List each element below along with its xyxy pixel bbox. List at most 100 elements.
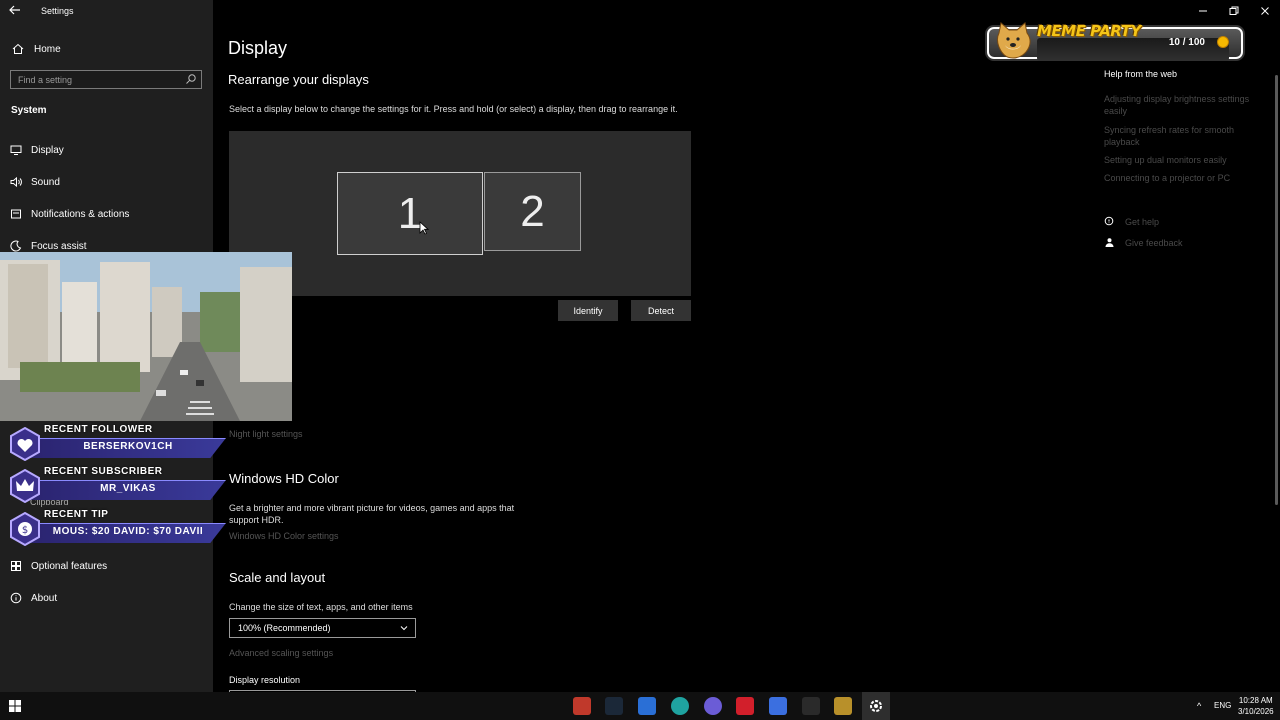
chat-help-icon (1104, 216, 1114, 226)
get-help-link[interactable]: Get help (1104, 216, 1159, 227)
advanced-scaling-link[interactable]: Advanced scaling settings (229, 648, 333, 658)
rearrange-description: Select a display below to change the set… (229, 104, 678, 114)
section-label-system: System (11, 105, 47, 116)
minimize-button[interactable] (1187, 0, 1218, 22)
page-title: Display (228, 38, 288, 58)
sidebar-item-label: Focus assist (31, 240, 87, 252)
discord-icon[interactable] (704, 697, 722, 715)
app-red2-icon[interactable] (736, 697, 754, 715)
sidebar-item-label: Sound (31, 176, 60, 188)
home-label: Home (34, 43, 61, 55)
scale-value: 100% (Recommended) (238, 623, 331, 633)
coin-icon: $ (10, 512, 40, 546)
recent-tip-alert: $ RECENT TIP MOUS: $20 DAVID: $70 DAVII (8, 509, 226, 549)
recent-follower-alert: RECENT FOLLOWER BERSERKOV1CH (8, 424, 226, 464)
scale-dropdown[interactable]: 100% (Recommended) (229, 618, 416, 638)
street-scene-image (0, 252, 292, 421)
edge-icon[interactable] (671, 697, 689, 715)
rearrange-heading: Rearrange your displays (228, 72, 369, 87)
chevron-down-icon (400, 626, 408, 631)
chevron-up-icon[interactable]: ^ (1197, 701, 1201, 711)
help-link[interactable]: Setting up dual monitors easily (1104, 154, 1269, 166)
display-arrangement-area[interactable]: 1 2 (229, 131, 691, 296)
title-bar: Settings (0, 0, 213, 22)
app-red-icon[interactable] (573, 697, 591, 715)
heart-icon (10, 427, 40, 461)
mouse-cursor-icon (419, 221, 429, 235)
sidebar-item-optional-features[interactable]: Optional features (0, 555, 213, 577)
help-link[interactable]: Syncing refresh rates for smooth playbac… (1104, 124, 1269, 148)
meme-count: 10 / 100 (1168, 37, 1205, 48)
monitor-2[interactable]: 2 (484, 172, 581, 251)
app-title: Settings (41, 6, 74, 16)
windows-start-icon[interactable] (9, 700, 21, 712)
sidebar-item-display[interactable]: Display (0, 139, 213, 161)
help-link[interactable]: Connecting to a projector or PC (1104, 172, 1269, 184)
moon-icon (10, 240, 22, 252)
sidebar-item-notifications[interactable]: Notifications & actions (0, 203, 213, 225)
restore-icon (1229, 6, 1238, 15)
feedback-icon (1105, 238, 1114, 247)
hdr-heading: Windows HD Color (229, 471, 339, 486)
help-title: Help from the web (1104, 69, 1178, 79)
identify-button[interactable]: Identify (558, 300, 618, 321)
hdr-description: Get a brighter and more vibrant picture … (229, 503, 515, 525)
search-field[interactable] (10, 70, 202, 89)
detect-button[interactable]: Detect (631, 300, 691, 321)
give-feedback-link[interactable]: Give feedback (1104, 237, 1183, 248)
give-feedback-label: Give feedback (1125, 237, 1183, 248)
app-blue2-icon[interactable] (769, 697, 787, 715)
alert-label: RECENT TIP (44, 509, 109, 520)
crown-icon (10, 469, 40, 503)
notification-icon (11, 209, 21, 219)
back-arrow-icon (9, 5, 20, 15)
alert-value: BERSERKOV1CH (83, 441, 173, 452)
optional-features-icon (11, 561, 21, 571)
night-light-settings-link[interactable]: Night light settings (229, 429, 303, 439)
monitor-icon (10, 145, 22, 155)
sidebar-item-label: Notifications & actions (31, 208, 130, 220)
info-icon (10, 592, 22, 604)
speaker-icon (10, 176, 22, 188)
webcam-feed (0, 252, 292, 421)
svg-text:$: $ (22, 525, 28, 536)
meme-title: MEME PARTY (1037, 22, 1141, 40)
sidebar-item-label: About (31, 592, 58, 604)
doge-icon (997, 22, 1031, 59)
close-icon (1260, 7, 1269, 15)
search-input[interactable] (11, 71, 183, 88)
recent-subscriber-alert: RECENT SUBSCRIBER MR_VIKAS (8, 466, 226, 506)
resolution-label: Display resolution (229, 675, 301, 685)
coin-icon (1217, 36, 1229, 48)
sidebar-item-label: Display (31, 144, 64, 156)
alert-label: RECENT FOLLOWER (44, 424, 153, 435)
close-button[interactable] (1249, 0, 1280, 22)
app-gold-icon[interactable] (834, 697, 852, 715)
scale-heading: Scale and layout (229, 570, 326, 585)
meme-party-widget: MEME PARTY 10 / 100 (987, 22, 1243, 61)
alert-value: MR_VIKAS (100, 483, 156, 494)
clock-date: 3/10/2026 (1238, 707, 1274, 716)
search-icon[interactable] (185, 73, 197, 85)
settings-icon[interactable] (867, 697, 885, 715)
help-link[interactable]: Adjusting display brightness settings ea… (1104, 93, 1269, 117)
back-button[interactable] (8, 3, 26, 19)
get-help-label: Get help (1125, 216, 1160, 227)
scrollbar[interactable] (1275, 75, 1278, 505)
clock[interactable]: 10:28 AM 3/10/2026 (1238, 695, 1274, 717)
hdr-settings-link[interactable]: Windows HD Color settings (229, 531, 339, 541)
app-blue-icon[interactable] (638, 697, 656, 715)
restore-button[interactable] (1218, 0, 1249, 22)
taskbar: ^ ENG 10:28 AM 3/10/2026 (0, 692, 1280, 720)
alert-value: MOUS: $20 DAVID: $70 DAVII (52, 526, 204, 537)
home-link[interactable]: Home (12, 41, 61, 57)
sidebar-item-about[interactable]: About (0, 587, 213, 609)
app-dark-icon[interactable] (802, 697, 820, 715)
scale-label: Change the size of text, apps, and other… (229, 602, 413, 612)
main-content: Display Rearrange your displays Select a… (213, 0, 1280, 694)
language-indicator[interactable]: ENG (1214, 701, 1231, 710)
alert-label: RECENT SUBSCRIBER (44, 466, 163, 477)
steam-icon[interactable] (605, 697, 623, 715)
monitor-1[interactable]: 1 (337, 172, 483, 255)
sidebar-item-sound[interactable]: Sound (0, 171, 213, 193)
